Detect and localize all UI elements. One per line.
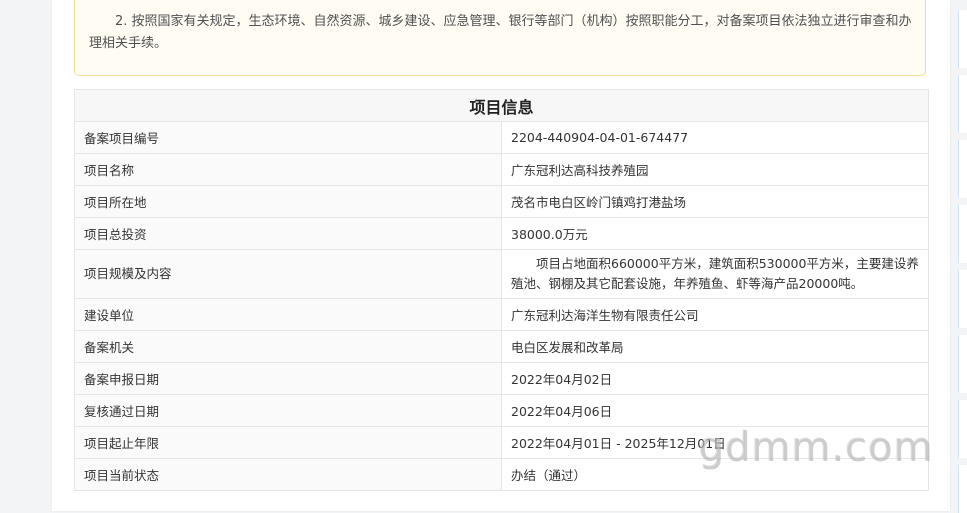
row-label: 项目规模及内容 bbox=[74, 249, 502, 299]
scale-description: 项目占地面积660000平方米，建筑面积530000平方米，主要建设养殖池、钢棚… bbox=[511, 256, 919, 291]
table-row: 项目名称 广东冠利达高科技养殖园 bbox=[74, 153, 929, 186]
content-panel: 2. 按照国家有关规定，生态环境、自然资源、城乡建设、应急管理、银行等部门（机构… bbox=[52, 0, 950, 511]
row-label: 项目名称 bbox=[74, 153, 502, 186]
notice-text: 2. 按照国家有关规定，生态环境、自然资源、城乡建设、应急管理、银行等部门（机构… bbox=[89, 14, 912, 51]
row-value: 广东冠利达高科技养殖园 bbox=[501, 153, 929, 186]
side-tab[interactable] bbox=[958, 270, 967, 328]
table-row: 备案机关 电白区发展和改革局 bbox=[74, 330, 929, 363]
row-value: 项目占地面积660000平方米，建筑面积530000平方米，主要建设养殖池、钢棚… bbox=[501, 249, 929, 299]
row-value: 2022年04月01日 - 2025年12月01日 bbox=[501, 426, 929, 459]
table-row: 备案项目编号 2204-440904-04-01-674477 bbox=[74, 121, 929, 154]
table-row: 复核通过日期 2022年04月06日 bbox=[74, 394, 929, 427]
row-label: 项目当前状态 bbox=[74, 458, 502, 491]
row-label: 项目起止年限 bbox=[74, 426, 502, 459]
row-value: 2022年04月02日 bbox=[501, 362, 929, 395]
row-value: 茂名市电白区岭门镇鸡打港盐场 bbox=[501, 185, 929, 218]
side-tab[interactable] bbox=[958, 205, 967, 263]
row-value: 2204-440904-04-01-674477 bbox=[501, 121, 929, 154]
side-tab[interactable] bbox=[958, 140, 967, 198]
row-label: 项目所在地 bbox=[74, 185, 502, 218]
side-tab[interactable] bbox=[958, 465, 967, 513]
table-row: 备案申报日期 2022年04月02日 bbox=[74, 362, 929, 395]
row-value: 38000.0万元 bbox=[501, 217, 929, 250]
side-tab[interactable] bbox=[958, 400, 967, 458]
table-row: 项目当前状态 办结（通过） bbox=[74, 458, 929, 491]
notice-box: 2. 按照国家有关规定，生态环境、自然资源、城乡建设、应急管理、银行等部门（机构… bbox=[74, 0, 926, 76]
row-label: 建设单位 bbox=[74, 298, 502, 331]
table-title: 项目信息 bbox=[74, 89, 929, 122]
row-label: 复核通过日期 bbox=[74, 394, 502, 427]
table-row: 项目总投资 38000.0万元 bbox=[74, 217, 929, 250]
row-label: 备案申报日期 bbox=[74, 362, 502, 395]
right-side-tabs bbox=[958, 0, 967, 513]
table-header-row: 项目信息 bbox=[74, 89, 929, 122]
page: 2. 按照国家有关规定，生态环境、自然资源、城乡建设、应急管理、银行等部门（机构… bbox=[0, 0, 967, 513]
row-value: 广东冠利达海洋生物有限责任公司 bbox=[501, 298, 929, 331]
side-tab[interactable] bbox=[958, 75, 967, 133]
table-row: 项目规模及内容 项目占地面积660000平方米，建筑面积530000平方米，主要… bbox=[74, 249, 929, 299]
row-label: 备案项目编号 bbox=[74, 121, 502, 154]
table-row: 建设单位 广东冠利达海洋生物有限责任公司 bbox=[74, 298, 929, 331]
row-label: 备案机关 bbox=[74, 330, 502, 363]
row-value: 2022年04月06日 bbox=[501, 394, 929, 427]
project-info-table: 项目信息 备案项目编号 2204-440904-04-01-674477 项目名… bbox=[74, 89, 929, 491]
row-value: 办结（通过） bbox=[501, 458, 929, 491]
table-row: 项目所在地 茂名市电白区岭门镇鸡打港盐场 bbox=[74, 185, 929, 218]
side-tab[interactable] bbox=[958, 335, 967, 393]
row-value: 电白区发展和改革局 bbox=[501, 330, 929, 363]
table-row: 项目起止年限 2022年04月01日 - 2025年12月01日 bbox=[74, 426, 929, 459]
row-label: 项目总投资 bbox=[74, 217, 502, 250]
side-tab[interactable] bbox=[958, 10, 967, 68]
